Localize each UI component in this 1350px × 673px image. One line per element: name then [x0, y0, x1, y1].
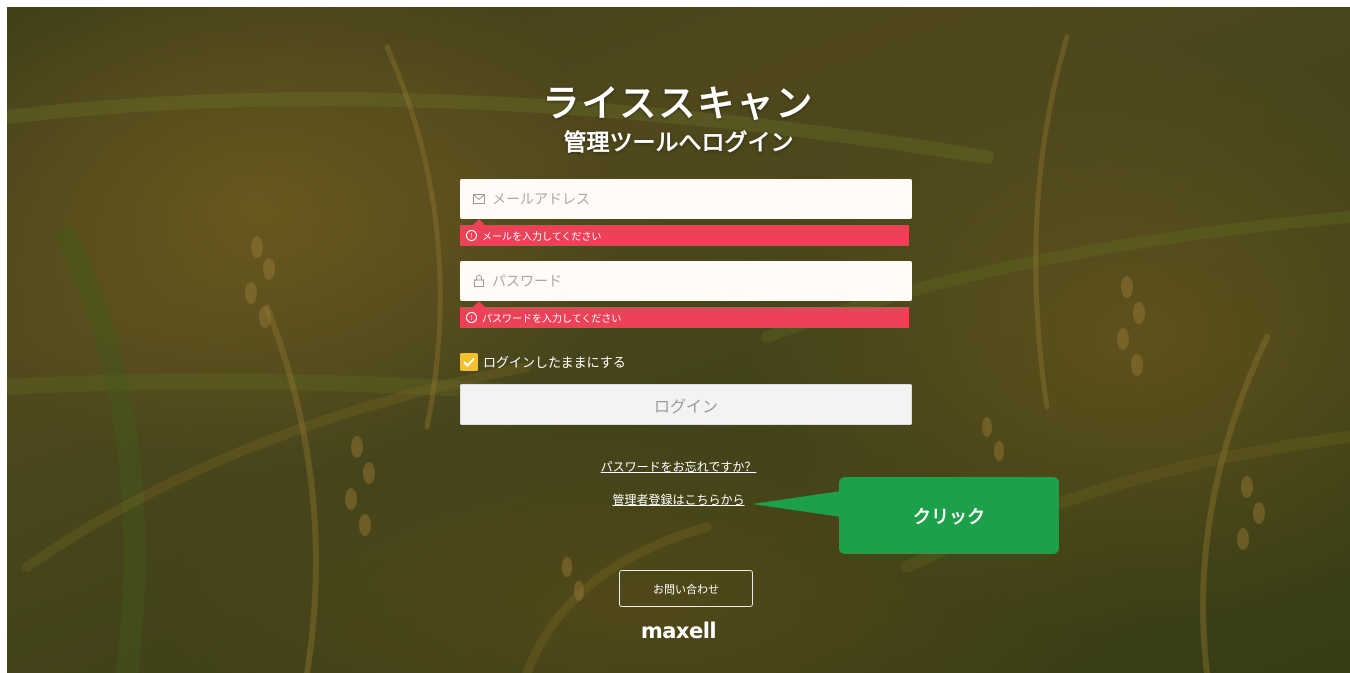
app-title: ライススキャン — [542, 82, 815, 125]
lock-icon — [472, 274, 486, 288]
forgot-password-link[interactable]: パスワードをお忘れですか？ — [7, 458, 1350, 475]
maxell-logo: maxell — [640, 619, 717, 643]
remember-label: ログインしたままにする — [483, 356, 626, 371]
checkmark-icon — [463, 357, 475, 367]
password-placeholder: パスワード — [492, 274, 562, 290]
password-field[interactable]: パスワード — [460, 261, 912, 301]
alert-icon: ! — [466, 312, 477, 323]
login-screen: ライススキャン 管理ツールへログイン メールアドレス ! メールを入力してくださ… — [7, 7, 1350, 673]
contact-button[interactable]: お問い合わせ — [619, 570, 753, 607]
remember-checkbox[interactable] — [460, 352, 478, 371]
callout-pointer — [752, 490, 848, 518]
remember-me[interactable]: ログインしたままにする — [460, 352, 626, 371]
password-error-text: パスワードを入力してください — [482, 314, 622, 325]
email-placeholder: メールアドレス — [492, 192, 590, 208]
admin-register-link[interactable]: 管理者登録はこちらから — [7, 491, 1350, 508]
alert-icon: ! — [466, 230, 477, 241]
email-field[interactable]: メールアドレス — [460, 179, 912, 219]
email-error-text: メールを入力してください — [482, 232, 602, 243]
login-button[interactable]: ログイン — [460, 384, 912, 425]
mail-icon — [472, 192, 486, 206]
page-subtitle: 管理ツールへログイン — [563, 130, 794, 156]
password-error-message: ! パスワードを入力してください — [460, 301, 909, 328]
click-callout: クリック — [839, 477, 1059, 554]
email-error-message: ! メールを入力してください — [460, 219, 909, 246]
